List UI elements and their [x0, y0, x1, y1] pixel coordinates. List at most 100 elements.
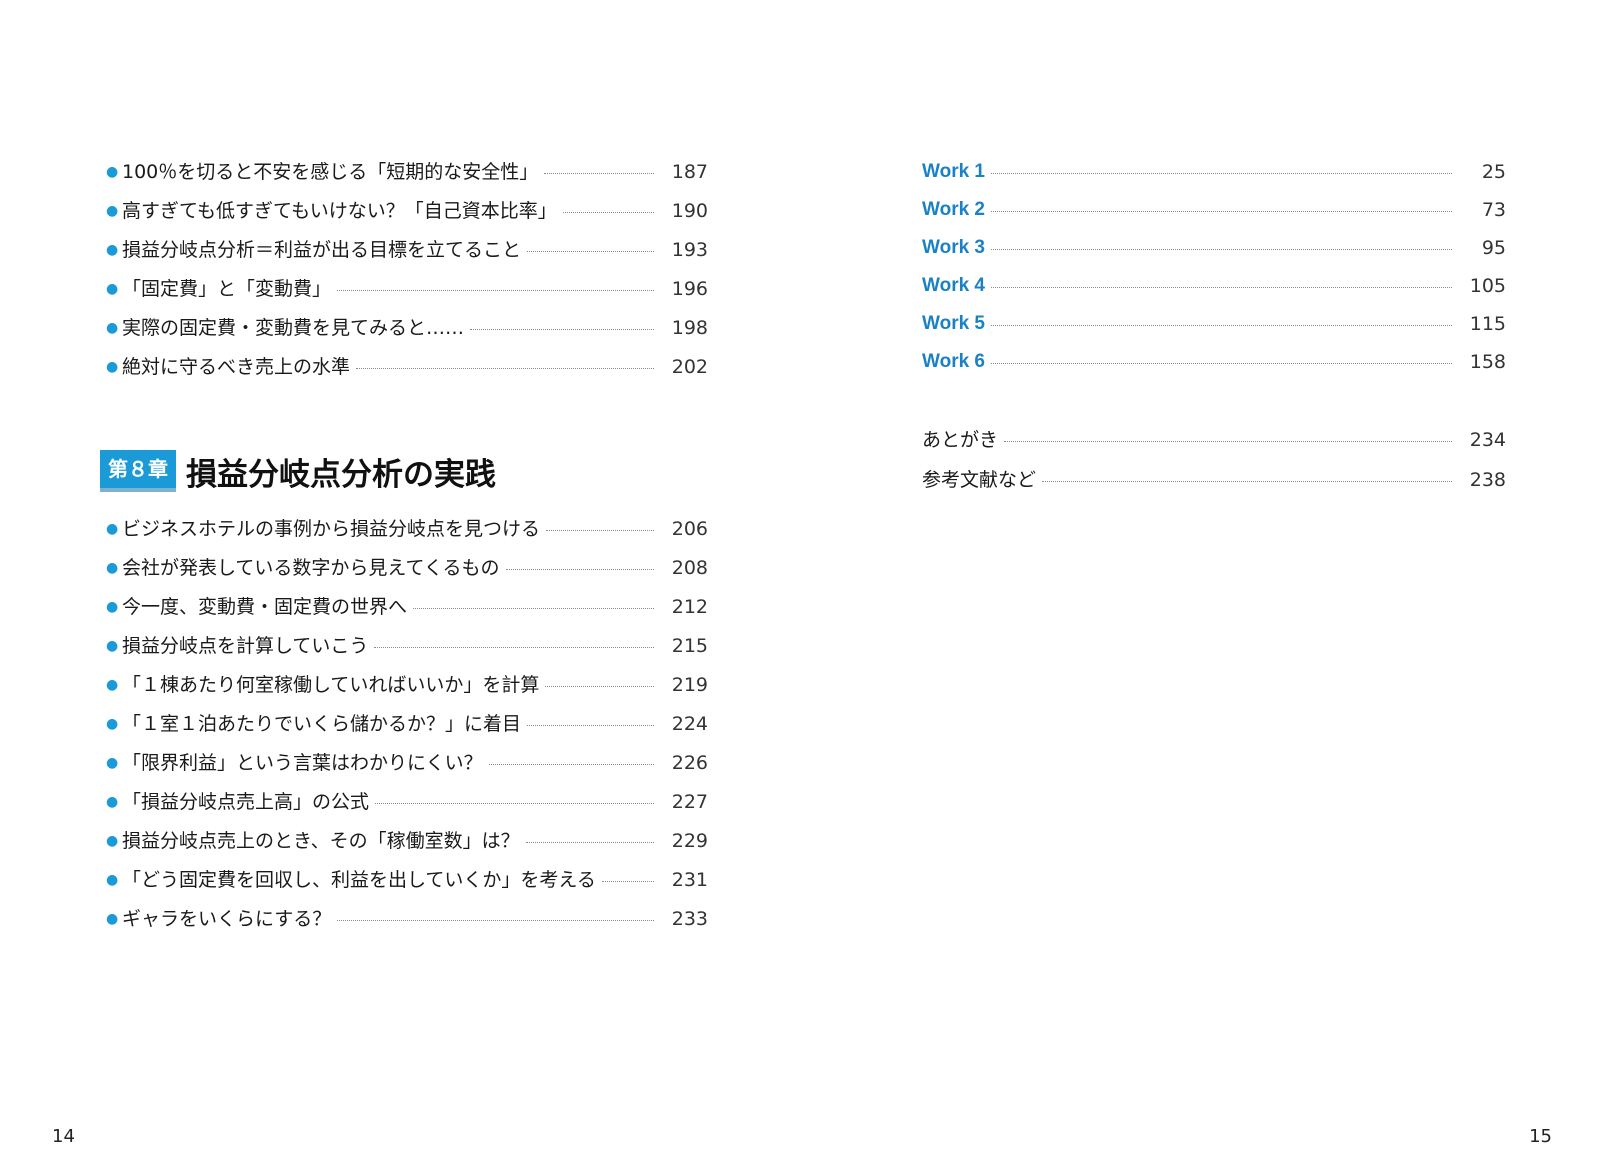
toc-row[interactable]: ● ギャラをいくらにする？ 233: [106, 904, 708, 934]
bullet-icon: ●: [106, 164, 119, 180]
toc-page-number: 233: [671, 908, 708, 930]
bullet-icon: ●: [106, 599, 119, 615]
work-row[interactable]: Work 2 73: [922, 195, 1506, 225]
dot-leader: [488, 763, 654, 765]
toc-row[interactable]: ● 「固定費」と「変動費」 196: [106, 274, 708, 304]
dot-leader: [991, 210, 1452, 212]
toc-entry-title: ビジネスホテルの事例から損益分岐点を見つける: [122, 518, 541, 540]
toc-row[interactable]: ● 会社が発表している数字から見えてくるもの 208: [106, 553, 708, 583]
toc-page-number: 202: [671, 356, 708, 378]
toc-page-number: 206: [671, 518, 708, 540]
chapter-badge: 第８章: [100, 450, 176, 492]
dot-leader: [991, 286, 1452, 288]
toc-page-number: 196: [671, 278, 708, 300]
toc-page-number: 158: [1469, 351, 1506, 373]
toc-entry-title: 「固定費」と「変動費」: [122, 278, 332, 300]
toc-entry-title: 実際の固定費・変動費を見てみると……: [122, 317, 465, 339]
toc-page-number: 187: [671, 161, 708, 183]
toc-entry-title: 会社が発表している数字から見えてくるもの: [122, 557, 500, 579]
toc-row[interactable]: 参考文献など 238: [922, 465, 1506, 495]
toc-entry-title: 100％を切ると不安を感じる「短期的な安全性」: [122, 161, 539, 183]
work-title: Work 2: [922, 199, 986, 220]
toc-page-number: 234: [1469, 429, 1506, 451]
toc-page-number: 229: [671, 830, 708, 852]
toc-row[interactable]: ● 損益分岐点分析＝利益が出る目標を立てること 193: [106, 235, 708, 265]
toc-page-number: 231: [671, 869, 708, 891]
dot-leader: [991, 362, 1452, 364]
dot-leader: [337, 289, 654, 291]
dot-leader: [374, 646, 654, 648]
bullet-icon: ●: [106, 677, 119, 693]
toc-row[interactable]: ● 「損益分岐点売上高」の公式 227: [106, 787, 708, 817]
bullet-icon: ●: [106, 755, 119, 771]
dot-leader: [356, 367, 654, 369]
dot-leader: [546, 529, 654, 531]
bullet-icon: ●: [106, 521, 119, 537]
toc-entry-title: 「損益分岐点売上高」の公式: [122, 791, 370, 813]
toc-entry-title: 絶対に守るべき売上の水準: [122, 356, 351, 378]
toc-row[interactable]: ● 損益分岐点を計算していこう 215: [106, 631, 708, 661]
page-number-right: 15: [1529, 1126, 1552, 1147]
toc-page-number: 238: [1469, 469, 1506, 491]
dot-leader: [337, 919, 654, 921]
dot-leader: [544, 172, 654, 174]
chapter-heading[interactable]: 第８章 損益分岐点分析の実践: [100, 450, 496, 493]
dot-leader: [601, 880, 654, 882]
toc-entry-title: 「どう固定費を回収し、利益を出していくか」を考える: [122, 869, 596, 891]
work-row[interactable]: Work 3 95: [922, 233, 1506, 263]
toc-entry-title: 参考文献など: [922, 469, 1037, 491]
toc-page-number: 198: [671, 317, 708, 339]
toc-row[interactable]: ● 実際の固定費・変動費を見てみると…… 198: [106, 313, 708, 343]
dot-leader: [991, 172, 1452, 174]
toc-page-number: 25: [1481, 161, 1506, 183]
toc-row[interactable]: ● 「１室１泊あたりでいくら儲かるか？」に着目 224: [106, 709, 708, 739]
toc-entry-title: 今一度、変動費・固定費の世界へ: [122, 596, 408, 618]
dot-leader: [470, 328, 654, 330]
bullet-icon: ●: [106, 716, 119, 732]
toc-entry-title: 損益分岐点を計算していこう: [122, 635, 369, 657]
work-title: Work 6: [922, 351, 986, 372]
toc-row[interactable]: ● 100％を切ると不安を感じる「短期的な安全性」 187: [106, 157, 708, 187]
work-row[interactable]: Work 6 158: [922, 347, 1506, 377]
dot-leader: [375, 802, 654, 804]
toc-row[interactable]: ● ビジネスホテルの事例から損益分岐点を見つける 206: [106, 514, 708, 544]
toc-row[interactable]: ● 「１棟あたり何室稼働していればいいか」を計算 219: [106, 670, 708, 700]
bullet-icon: ●: [106, 560, 119, 576]
toc-entry-title: ギャラをいくらにする？: [122, 908, 332, 930]
dot-leader: [1042, 480, 1452, 482]
work-title: Work 5: [922, 313, 986, 334]
toc-entry-title: 「１室１泊あたりでいくら儲かるか？」に着目: [122, 713, 522, 735]
chapter-title: 損益分岐点分析の実践: [186, 456, 496, 493]
toc-page-number: 190: [671, 200, 708, 222]
bullet-icon: ●: [106, 359, 119, 375]
work-title: Work 4: [922, 275, 986, 296]
work-row[interactable]: Work 4 105: [922, 271, 1506, 301]
toc-row[interactable]: ● 今一度、変動費・固定費の世界へ 212: [106, 592, 708, 622]
toc-page-number: 226: [671, 752, 708, 774]
toc-entry-title: あとがき: [922, 429, 999, 451]
work-title: Work 3: [922, 237, 986, 258]
toc-page-number: 193: [671, 239, 708, 261]
toc-row[interactable]: あとがき 234: [922, 425, 1506, 455]
bullet-icon: ●: [106, 833, 119, 849]
toc-row[interactable]: ● 損益分岐点売上のとき、その「稼働室数」は？ 229: [106, 826, 708, 856]
toc-page-number: 208: [671, 557, 708, 579]
work-row[interactable]: Work 1 25: [922, 157, 1506, 187]
toc-row[interactable]: ● 絶対に守るべき売上の水準 202: [106, 352, 708, 382]
toc-row[interactable]: ● 「限界利益」という言葉はわかりにくい？ 226: [106, 748, 708, 778]
dot-leader: [525, 841, 654, 843]
bullet-icon: ●: [106, 242, 119, 258]
toc-page-number: 73: [1481, 199, 1506, 221]
bullet-icon: ●: [106, 638, 119, 654]
dot-leader: [505, 568, 654, 570]
page-number-left: 14: [52, 1126, 75, 1147]
toc-row[interactable]: ● 高すぎても低すぎてもいけない？「自己資本比率」 190: [106, 196, 708, 226]
work-row[interactable]: Work 5 115: [922, 309, 1506, 339]
toc-entry-title: 「１棟あたり何室稼働していればいいか」を計算: [122, 674, 540, 696]
toc-page-number: 227: [671, 791, 708, 813]
bullet-icon: ●: [106, 794, 119, 810]
toc-row[interactable]: ● 「どう固定費を回収し、利益を出していくか」を考える 231: [106, 865, 708, 895]
toc-page-number: 95: [1481, 237, 1506, 259]
toc-entry-title: 高すぎても低すぎてもいけない？「自己資本比率」: [122, 200, 557, 222]
dot-leader: [991, 248, 1452, 250]
